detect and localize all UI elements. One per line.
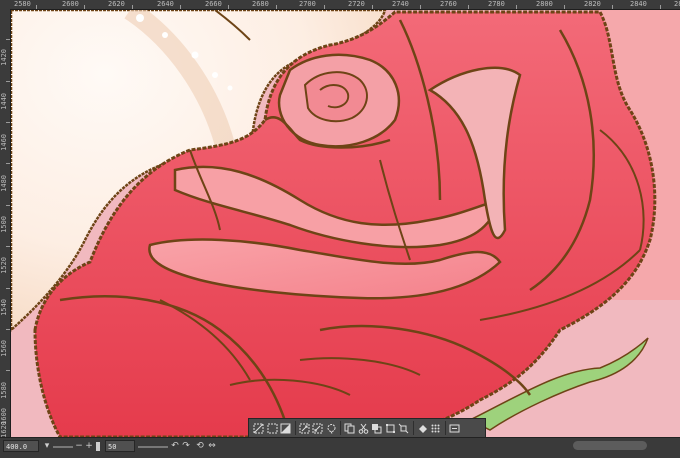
horizontal-scrollbar[interactable] xyxy=(573,441,647,450)
ruler-y-label: 1580 xyxy=(0,382,8,399)
ruler-y-label: 1500 xyxy=(0,216,8,233)
ruler-y-label: 1560 xyxy=(0,340,8,357)
ruler-y-label: 1520 xyxy=(0,257,8,274)
lasso-icon[interactable] xyxy=(325,421,338,436)
rotate-right-icon[interactable]: ↷ xyxy=(181,440,191,452)
shrink-selection-icon[interactable] xyxy=(311,421,324,436)
zoom-out-button[interactable]: − xyxy=(74,440,84,452)
expand-selection-icon[interactable] xyxy=(298,421,311,436)
transform-icon[interactable] xyxy=(384,421,397,436)
selection-launcher-toolbar xyxy=(248,418,486,438)
invert-selection-icon[interactable] xyxy=(279,421,292,436)
duplicate-icon[interactable] xyxy=(370,421,383,436)
zoom-input[interactable]: 400.0 xyxy=(3,440,39,452)
ruler-x-label: 2840 xyxy=(630,0,647,8)
ruler-x-label: 2600 xyxy=(62,0,79,8)
zoom-dropdown-icon[interactable]: ▾ xyxy=(42,440,52,452)
flip-horizontal-icon[interactable]: ⇔ xyxy=(207,440,217,452)
rotate-left-icon[interactable]: ↶ xyxy=(170,440,180,452)
ruler-x-label: 2780 xyxy=(488,0,505,8)
ruler-x-label: 2860 xyxy=(674,0,680,8)
zoom-slider-track[interactable] xyxy=(53,446,73,448)
copy-paste-icon[interactable] xyxy=(343,421,356,436)
horizontal-ruler: 2580 2600 2620 2640 2660 2680 2700 2720 … xyxy=(0,0,680,10)
ruler-x-label: 2820 xyxy=(584,0,601,8)
rotation-slider-track[interactable] xyxy=(138,446,168,448)
ruler-y-label: 1480 xyxy=(0,175,8,192)
ruler-x-label: 2800 xyxy=(536,0,553,8)
ruler-y-label: 1540 xyxy=(0,299,8,316)
fill-icon[interactable] xyxy=(416,421,429,436)
ruler-y-label: 1460 xyxy=(0,134,8,151)
zoom-in-button[interactable]: + xyxy=(84,440,94,452)
ruler-x-label: 2660 xyxy=(205,0,222,8)
drawing-canvas[interactable] xyxy=(11,10,680,437)
ruler-x-label: 2580 xyxy=(14,0,31,8)
ruler-x-label: 2740 xyxy=(392,0,409,8)
ruler-x-label: 2700 xyxy=(299,0,316,8)
cut-icon[interactable] xyxy=(357,421,370,436)
ruler-x-label: 2760 xyxy=(440,0,457,8)
deselect-icon[interactable] xyxy=(252,421,265,436)
ruler-x-label: 2640 xyxy=(157,0,174,8)
screentone-icon[interactable] xyxy=(429,421,442,436)
select-all-icon[interactable] xyxy=(266,421,279,436)
resize-icon[interactable] xyxy=(397,421,410,436)
rotation-input[interactable]: 50 xyxy=(105,440,135,452)
ruler-x-label: 2680 xyxy=(252,0,269,8)
ruler-y-label: 1420 xyxy=(0,49,8,66)
vertical-ruler: 1420 1440 1460 1480 1500 1520 1540 1560 … xyxy=(0,9,11,438)
status-bar: 400.0 ▾ − + 50 ↶ ↷ ⟲ ⇔ xyxy=(0,437,680,458)
zoom-slider-handle[interactable] xyxy=(96,442,100,451)
selection-settings-icon[interactable] xyxy=(448,421,461,436)
ruler-x-label: 2620 xyxy=(108,0,125,8)
ruler-y-label: 1620 xyxy=(0,421,8,438)
reset-rotation-icon[interactable]: ⟲ xyxy=(195,440,205,452)
ruler-y-label: 1440 xyxy=(0,93,8,110)
ruler-x-label: 2720 xyxy=(348,0,365,8)
